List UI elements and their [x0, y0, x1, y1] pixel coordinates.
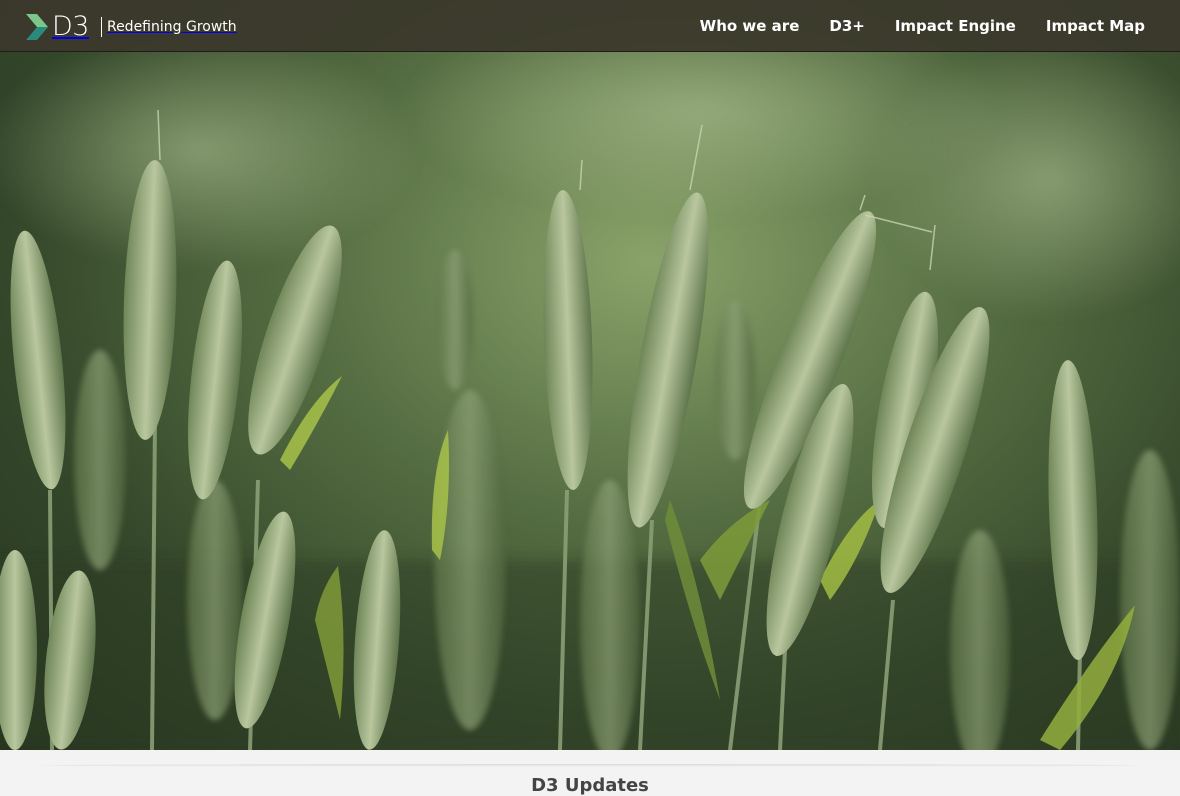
brand-logo[interactable]: D3 Redefining Growth: [26, 13, 237, 41]
nav-who-we-are[interactable]: Who we are: [700, 17, 800, 35]
hero-image: [0, 0, 1180, 750]
top-navbar: D3 Redefining Growth Who we are D3+ Impa…: [0, 0, 1180, 52]
logo-divider: [100, 17, 102, 37]
nav-impact-map[interactable]: Impact Map: [1046, 17, 1145, 35]
wheat-field-image: [0, 0, 1180, 750]
updates-heading: D3 Updates: [531, 775, 649, 796]
nav-d3-plus[interactable]: D3+: [829, 17, 864, 35]
d3-chevron-icon: [26, 14, 48, 40]
section-divider: [40, 764, 1140, 767]
main-nav: Who we are D3+ Impact Engine Impact Map: [670, 0, 1145, 52]
nav-impact-engine[interactable]: Impact Engine: [895, 17, 1016, 35]
logo-tagline: Redefining Growth: [106, 19, 237, 35]
logo-wordmark: D3: [52, 11, 89, 42]
